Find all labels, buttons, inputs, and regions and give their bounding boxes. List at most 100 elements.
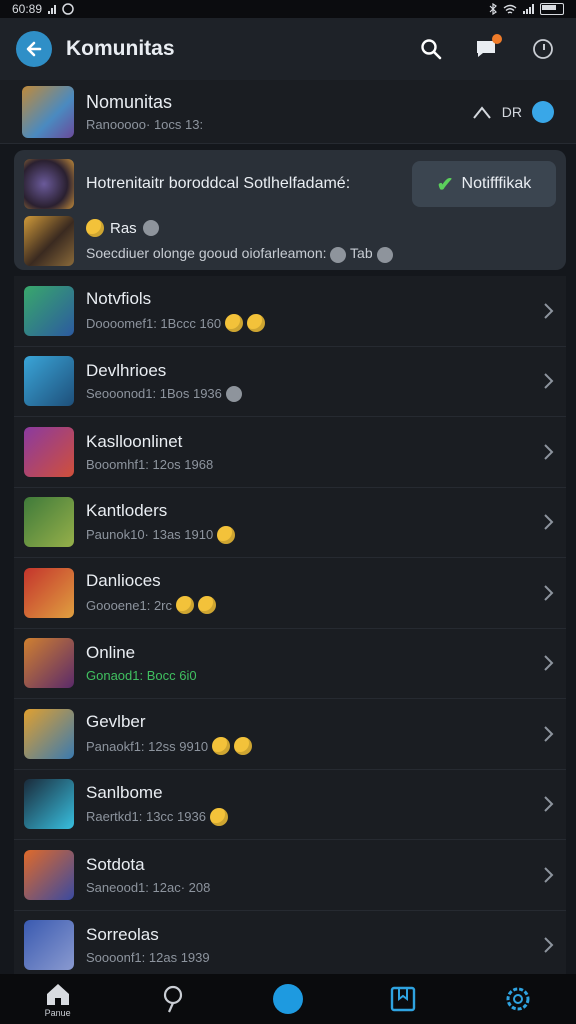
item-subtitle: Panaokf1: 12ss 9910 xyxy=(86,738,209,754)
community-header[interactable]: Nomunitas Ranooooo· 1ocs 13: DR xyxy=(0,80,576,144)
item-subtitle: Seooonod1: 1Bos 1936 xyxy=(86,386,222,402)
battery-icon xyxy=(540,3,564,15)
search-icon xyxy=(421,39,442,60)
home-icon xyxy=(46,983,69,1005)
bottom-nav: Panue xyxy=(0,974,576,1024)
community-avatar xyxy=(22,85,74,138)
emoji-icon xyxy=(176,596,195,615)
item-subtitle: Soooonf1: 12as 1939 xyxy=(86,950,210,966)
checkmark-icon: ✔ xyxy=(436,173,454,196)
item-subtitle: Goooene1: 2rc xyxy=(86,597,173,613)
chevron-right-icon xyxy=(544,373,554,389)
item-subtitle: Booomhf1: 12os 1968 xyxy=(86,456,214,472)
emoji-icon xyxy=(247,314,266,333)
chevron-right-icon xyxy=(544,303,554,319)
smile-emoji-icon xyxy=(86,219,104,238)
gear-icon xyxy=(376,246,393,263)
nav-explore[interactable] xyxy=(143,974,203,1024)
list-item[interactable]: Gevlber Panaokf1: 12ss 9910 xyxy=(14,699,566,770)
list-item[interactable]: Sotdota Saneood1: 12ac· 208 xyxy=(14,840,566,911)
emoji-icon xyxy=(217,525,236,544)
item-subtitle: Raertkd1: 13cc 1936 xyxy=(86,809,206,825)
item-thumbnail xyxy=(24,426,74,477)
list-item[interactable]: Sorreolas Soooonf1: 12as 1939 xyxy=(14,910,566,981)
notification-thumbnail xyxy=(24,159,74,209)
list-item[interactable]: Devlhrioes Seooonod1: 1Bos 1936 xyxy=(14,346,566,417)
item-thumbnail xyxy=(24,356,74,407)
item-subtitle: Paunok10· 13as 1910 xyxy=(86,527,214,543)
gear-icon xyxy=(142,220,159,237)
status-bar: 60:89 xyxy=(0,0,576,18)
status-time: 60:89 xyxy=(12,2,43,16)
emoji-icon xyxy=(198,596,217,615)
page-title: Komunitas xyxy=(66,37,175,60)
item-thumbnail xyxy=(24,567,74,618)
search-button[interactable] xyxy=(418,36,444,62)
item-title: Danlioces xyxy=(86,571,161,591)
item-title: Sotdota xyxy=(86,854,145,874)
list-item[interactable]: Kaslloonlinet Booomhf1: 12os 1968 xyxy=(14,417,566,488)
emoji-icon xyxy=(209,807,228,826)
item-thumbnail xyxy=(24,779,74,830)
notify-button[interactable]: ✔ Notifffikak xyxy=(412,161,556,207)
emoji-icon xyxy=(234,737,253,756)
nav-feed[interactable] xyxy=(258,974,318,1024)
notification-thumbnail-2 xyxy=(24,216,74,266)
item-title: Online xyxy=(86,643,136,663)
chevron-right-icon xyxy=(544,937,554,953)
nav-settings[interactable] xyxy=(488,974,548,1024)
back-button[interactable] xyxy=(16,31,52,67)
bookmark-icon xyxy=(390,986,416,1012)
sync-icon xyxy=(62,3,74,15)
item-thumbnail xyxy=(24,708,74,759)
item-title: Kaslloonlinet xyxy=(86,431,183,451)
notification-tag: Tab xyxy=(350,245,373,262)
item-subtitle: Doooomef1: 1Bccc 160 xyxy=(86,315,222,331)
item-title: Sanlbome xyxy=(86,782,163,802)
list-item[interactable]: Online Gonaod1: Bocc 6i0 xyxy=(14,628,566,699)
item-subtitle: Saneood1: 12ac· 208 xyxy=(86,879,211,895)
notification-text: Hotrenitaitr boroddcal Sotlhelfadamé: xyxy=(86,175,351,192)
chevron-right-icon xyxy=(544,867,554,883)
community-subtitle: Ranooooo· 1ocs 13: xyxy=(86,116,204,132)
info-button[interactable] xyxy=(530,36,556,62)
chevron-right-icon xyxy=(544,585,554,601)
notification-card: Hotrenitaitr boroddcal Sotlhelfadamé: ✔ … xyxy=(14,150,566,270)
signal-icon xyxy=(48,4,57,14)
bluetooth-icon xyxy=(489,3,497,15)
nav-home[interactable]: Panue xyxy=(28,974,88,1024)
location-pin-icon xyxy=(163,985,182,1013)
item-thumbnail xyxy=(24,920,74,971)
item-title: Sorreolas xyxy=(86,925,159,945)
notification-detail: Soecdiuer olonge gooud oiofarleamon: xyxy=(86,245,327,262)
feather-icon xyxy=(272,984,303,1014)
app-bar: Komunitas xyxy=(0,18,576,80)
header-right-label: DR xyxy=(501,103,522,120)
item-thumbnail xyxy=(24,849,74,900)
chevron-right-icon xyxy=(544,796,554,812)
smile-icon[interactable] xyxy=(532,100,554,123)
share-icon[interactable] xyxy=(472,104,492,120)
item-thumbnail xyxy=(24,497,74,548)
chevron-right-icon xyxy=(544,655,554,671)
item-title: Notvfiols xyxy=(86,289,152,309)
gear-icon xyxy=(330,246,347,263)
list-item[interactable]: Sanlbome Raertkd1: 13cc 1936 xyxy=(14,769,566,840)
arrow-left-icon xyxy=(26,41,42,57)
notify-button-label: Notifffikak xyxy=(461,175,532,192)
channel-list: Notvfiols Doooomef1: 1Bccc 160 Devlhrioe… xyxy=(14,276,566,981)
list-item[interactable]: Notvfiols Doooomef1: 1Bccc 160 xyxy=(14,276,566,347)
emoji-icon xyxy=(212,737,231,756)
nav-bookmarks[interactable] xyxy=(373,974,433,1024)
notification-dot xyxy=(492,34,502,44)
messages-button[interactable] xyxy=(474,34,502,62)
chevron-right-icon xyxy=(544,514,554,530)
item-subtitle: Gonaod1: Bocc 6i0 xyxy=(86,668,197,684)
list-item[interactable]: Kantloders Paunok10· 13as 1910 xyxy=(14,487,566,558)
nav-home-label: Panue xyxy=(44,1007,71,1018)
wifi-icon xyxy=(503,4,517,14)
list-item[interactable]: Danlioces Goooene1: 2rc xyxy=(14,558,566,629)
item-thumbnail xyxy=(24,638,74,689)
chevron-right-icon xyxy=(544,726,554,742)
heart-icon xyxy=(225,385,242,402)
